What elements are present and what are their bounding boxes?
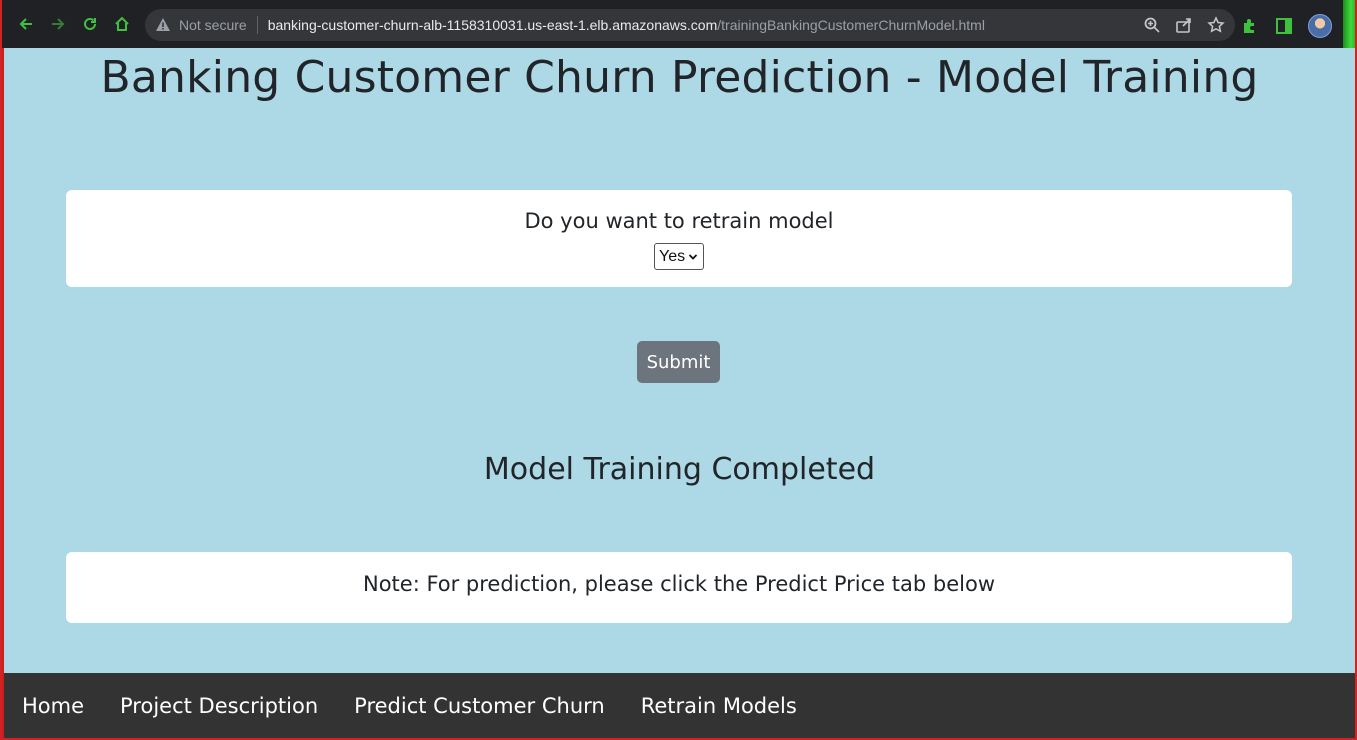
retrain-question: Do you want to retrain model — [524, 209, 834, 233]
security-label: Not secure — [179, 17, 247, 33]
browser-window: Not secure banking-customer-churn-alb-11… — [0, 0, 1357, 740]
extensions-area — [1240, 14, 1332, 38]
profile-avatar[interactable] — [1308, 14, 1332, 38]
share-icon[interactable] — [1175, 16, 1193, 34]
retrain-card: Do you want to retrain model Yes — [66, 190, 1292, 287]
side-panel-icon[interactable] — [1274, 16, 1294, 36]
retrain-select-value: Yes — [659, 247, 686, 265]
nav-item-project-description[interactable]: Project Description — [120, 694, 318, 718]
browser-toolbar: Not secure banking-customer-churn-alb-11… — [2, 0, 1355, 48]
nav-item-retrain-models[interactable]: Retrain Models — [641, 694, 797, 718]
home-icon[interactable] — [106, 8, 138, 40]
url-path: /trainingBankingCustomerChurnModel.html — [717, 17, 985, 33]
submit-button[interactable]: Submit — [637, 341, 720, 383]
nav-item-predict-customer-churn[interactable]: Predict Customer Churn — [354, 694, 605, 718]
reload-icon[interactable] — [74, 8, 106, 40]
retrain-select[interactable]: Yes — [654, 243, 704, 270]
chevron-down-icon — [688, 253, 698, 260]
note-text: Note: For prediction, please click the P… — [362, 572, 995, 596]
omnibox-divider — [256, 16, 258, 34]
back-icon[interactable] — [10, 8, 42, 40]
status-heading: Model Training Completed — [483, 452, 876, 487]
forward-icon[interactable] — [42, 8, 74, 40]
note-card: Note: For prediction, please click the P… — [66, 552, 1292, 623]
bottom-nav: Home Project Description Predict Custome… — [4, 673, 1355, 738]
zoom-icon[interactable] — [1143, 16, 1161, 34]
url-host: banking-customer-churn-alb-1158310031.us… — [267, 17, 718, 33]
page-content: Banking Customer Churn Prediction - Mode… — [4, 48, 1355, 673]
bookmark-star-icon[interactable] — [1207, 16, 1225, 34]
page-title: Banking Customer Churn Prediction - Mode… — [100, 52, 1259, 103]
warning-icon[interactable] — [155, 17, 171, 33]
address-bar[interactable]: Not secure banking-customer-churn-alb-11… — [145, 9, 1235, 41]
nav-item-home[interactable]: Home — [22, 694, 84, 718]
extensions-puzzle-icon[interactable] — [1240, 16, 1260, 36]
window-edge-decoration — [1343, 0, 1355, 48]
